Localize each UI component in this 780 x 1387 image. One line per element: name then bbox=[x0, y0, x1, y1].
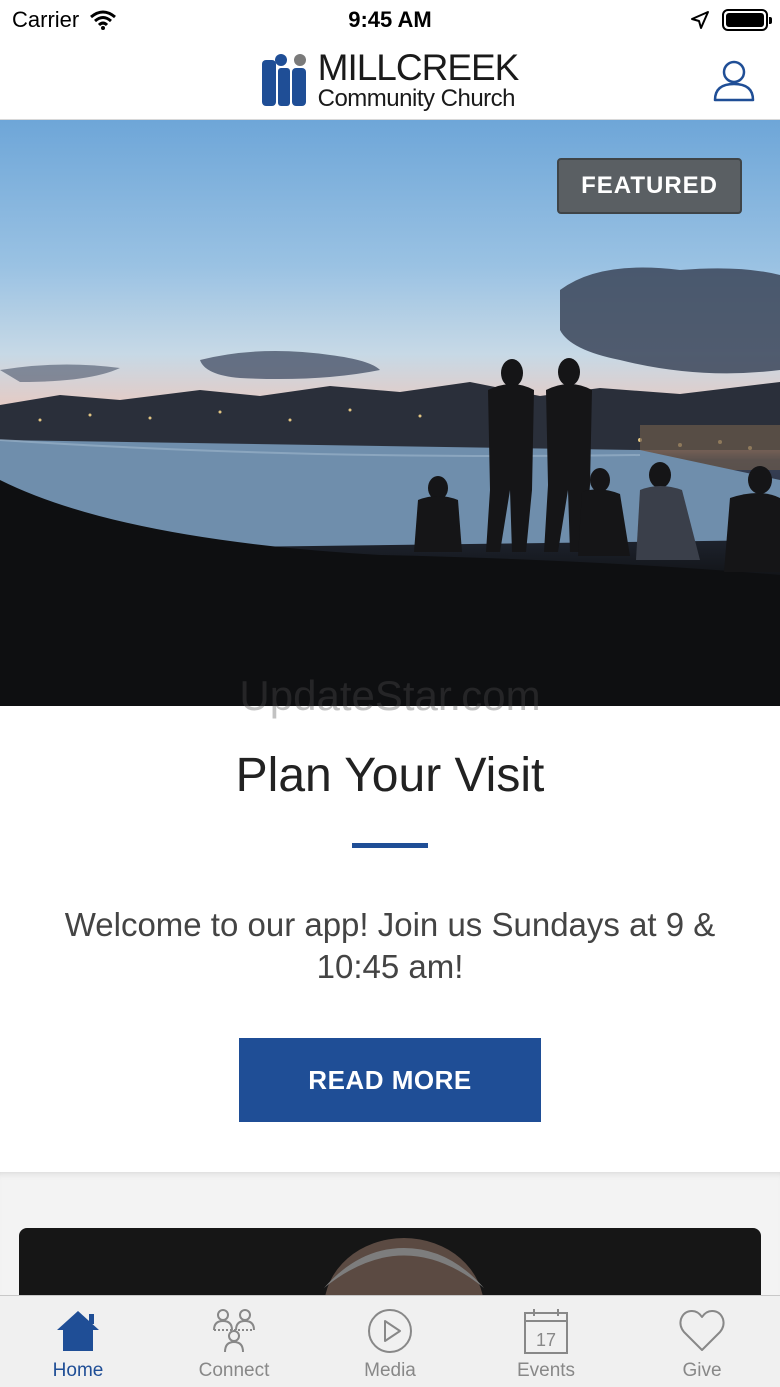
watermark-text: UpdateStar.com bbox=[239, 672, 541, 719]
logo-subtitle: Community Church bbox=[317, 84, 516, 112]
profile-icon[interactable] bbox=[712, 58, 756, 102]
svg-text:17: 17 bbox=[536, 1330, 556, 1350]
featured-badge: FEATURED bbox=[557, 158, 742, 214]
tab-connect[interactable]: Connect bbox=[156, 1296, 312, 1387]
status-right bbox=[568, 9, 772, 31]
status-time: 9:45 AM bbox=[348, 7, 432, 32]
location-arrow-icon bbox=[690, 11, 709, 29]
heart-icon bbox=[679, 1310, 725, 1351]
tab-give-label: Give bbox=[682, 1360, 722, 1381]
status-bar: Carrier 9:45 AM bbox=[0, 0, 780, 40]
card-title: Plan Your Visit bbox=[235, 749, 545, 802]
read-more-button[interactable]: READ MORE bbox=[239, 1038, 541, 1122]
carrier-label: Carrier bbox=[12, 7, 80, 32]
logo-text: MILLCREEK Community Church bbox=[317, 46, 520, 112]
logo-mark-icon bbox=[261, 53, 306, 106]
card-body-text: Welcome to our app! Join us Sundays at 9… bbox=[64, 906, 716, 985]
title-divider bbox=[352, 843, 428, 848]
tab-events-label: Events bbox=[516, 1360, 576, 1381]
calendar-icon: 17 bbox=[524, 1309, 568, 1354]
church-logo[interactable]: MILLCREEK Community Church bbox=[261, 46, 520, 112]
play-icon bbox=[368, 1309, 412, 1353]
app-header: MILLCREEK Community Church bbox=[0, 40, 780, 120]
tab-home[interactable]: Home bbox=[0, 1296, 156, 1387]
bottom-tab-bar: Home Connect Media 17 Events Give bbox=[0, 1295, 780, 1387]
tab-media[interactable]: Media bbox=[312, 1296, 468, 1387]
people-icon bbox=[213, 1309, 255, 1353]
tab-give[interactable]: Give bbox=[624, 1296, 780, 1387]
tab-media-label: Media bbox=[364, 1360, 416, 1381]
status-left: Carrier bbox=[12, 7, 212, 33]
home-icon bbox=[57, 1311, 99, 1351]
wifi-icon bbox=[90, 10, 117, 30]
battery-icon bbox=[721, 9, 772, 31]
tab-home-label: Home bbox=[52, 1360, 104, 1381]
tab-connect-label: Connect bbox=[198, 1360, 270, 1381]
featured-hero-image[interactable]: FEATURED bbox=[0, 120, 780, 706]
logo-title: MILLCREEK bbox=[317, 46, 520, 88]
tab-events[interactable]: 17 Events bbox=[468, 1296, 624, 1387]
featured-card: Plan Your Visit Welcome to our app! Join… bbox=[0, 706, 780, 1172]
